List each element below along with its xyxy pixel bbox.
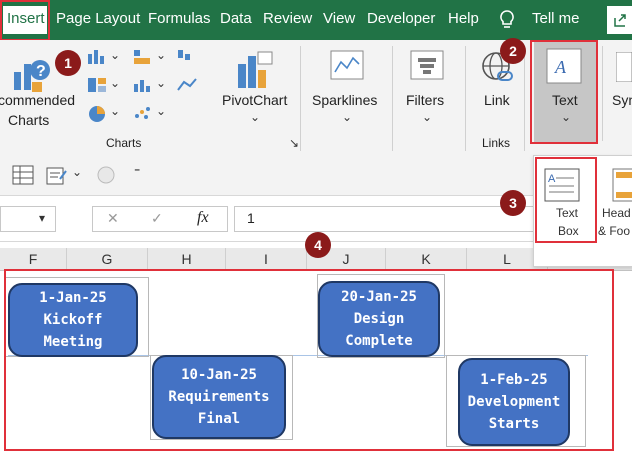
table-icon[interactable] [12, 165, 34, 190]
group-separator [602, 46, 603, 141]
header-footer-label-1[interactable]: Head [602, 206, 631, 220]
group-separator [524, 46, 525, 151]
highlight-textboxes-area [4, 269, 614, 451]
chevron-down-icon[interactable]: ⌄ [110, 104, 120, 118]
tab-data[interactable]: Data [220, 10, 252, 27]
cancel-icon[interactable]: ✕ [107, 210, 119, 227]
formula-value: 1 [247, 210, 255, 226]
pivotchart-label[interactable]: PivotChart [222, 92, 287, 108]
recommended-charts-label-2[interactable]: Charts [8, 112, 49, 128]
step-badge: 2 [500, 38, 526, 64]
group-separator [465, 46, 466, 151]
formula-input[interactable]: 1 [234, 206, 534, 232]
column-chart-icon[interactable] [86, 48, 108, 71]
column-header[interactable]: H [148, 248, 226, 270]
chevron-down-icon[interactable]: ⌄ [110, 48, 120, 62]
step-badge: 3 [500, 190, 526, 216]
waterfall-chart-icon[interactable] [176, 48, 198, 71]
share-icon [614, 14, 626, 27]
step-badge: 4 [305, 232, 331, 258]
filters-icon[interactable] [410, 50, 444, 85]
insert-function-button[interactable]: fx [197, 209, 209, 227]
chevron-down-icon[interactable]: ⌄ [110, 76, 120, 90]
column-header[interactable]: I [226, 248, 307, 270]
tab-page-layout[interactable]: Page Layout [56, 10, 140, 27]
header-footer-option[interactable] [612, 168, 632, 207]
symbols-label[interactable]: Sym [612, 92, 632, 108]
tab-view[interactable]: View [323, 10, 355, 27]
enter-icon[interactable]: ✓ [151, 210, 163, 227]
highlight-text-button [530, 40, 598, 144]
hierarchy-chart-icon[interactable] [86, 76, 108, 99]
bar-chart-icon[interactable] [132, 48, 154, 71]
tab-help[interactable]: Help [448, 10, 479, 27]
pivotchart-icon[interactable] [236, 50, 276, 97]
name-box[interactable]: ▾ [0, 206, 56, 232]
circle-icon[interactable] [96, 165, 116, 190]
charts-group-label: Charts [106, 136, 142, 150]
sparklines-icon[interactable] [330, 50, 364, 85]
statistic-chart-icon[interactable] [132, 76, 154, 99]
tab-formulas[interactable]: Formulas [148, 10, 211, 27]
sparklines-label[interactable]: Sparklines [312, 92, 377, 108]
chevron-down-icon[interactable]: ⌄ [250, 110, 260, 124]
form-edit-icon[interactable] [46, 165, 68, 190]
column-header[interactable]: K [386, 248, 467, 270]
dialog-launcher-icon[interactable]: ↘ [289, 136, 299, 150]
chevron-down-icon[interactable]: ⌄ [342, 110, 352, 124]
scatter-chart-icon[interactable] [132, 104, 154, 127]
step-badge: 1 [55, 50, 81, 76]
group-separator [300, 46, 301, 151]
share-button[interactable] [607, 6, 632, 34]
lightbulb-icon[interactable] [498, 9, 516, 36]
svg-text:?: ? [36, 63, 46, 80]
line-chart-icon[interactable] [176, 76, 198, 99]
highlight-insert-tab [0, 0, 50, 41]
chevron-down-icon[interactable]: ⌄ [156, 104, 166, 118]
recommended-charts-label-1[interactable]: commended [0, 92, 75, 108]
chevron-down-icon[interactable]: ⌄ [422, 110, 432, 124]
highlight-text-box-option [535, 157, 597, 243]
symbols-icon[interactable] [615, 51, 632, 87]
group-separator [392, 46, 393, 151]
customize-toolbar-icon[interactable]: ⁼ [134, 165, 140, 179]
links-group-label: Links [482, 136, 511, 150]
chevron-down-icon[interactable]: ⌄ [156, 48, 166, 62]
tab-review[interactable]: Review [263, 10, 312, 27]
column-header[interactable]: G [67, 248, 148, 270]
chevron-down-icon[interactable]: ⌄ [156, 76, 166, 90]
header-footer-label-2[interactable]: & Foo [598, 224, 630, 238]
header-footer-icon [612, 168, 632, 202]
filters-label[interactable]: Filters [406, 92, 444, 108]
ribbon-tab-bar: Insert Page Layout Formulas Data Review … [0, 0, 632, 40]
column-header[interactable]: F [0, 248, 67, 270]
formula-controls: ✕ ✓ fx [92, 206, 228, 232]
chevron-down-icon[interactable]: ⌄ [72, 165, 82, 179]
tell-me-search[interactable]: Tell me [532, 10, 580, 27]
pie-chart-icon[interactable] [86, 104, 108, 129]
link-label[interactable]: Link [484, 92, 510, 108]
tab-developer[interactable]: Developer [367, 10, 435, 27]
chevron-down-icon[interactable]: ▾ [39, 211, 45, 225]
